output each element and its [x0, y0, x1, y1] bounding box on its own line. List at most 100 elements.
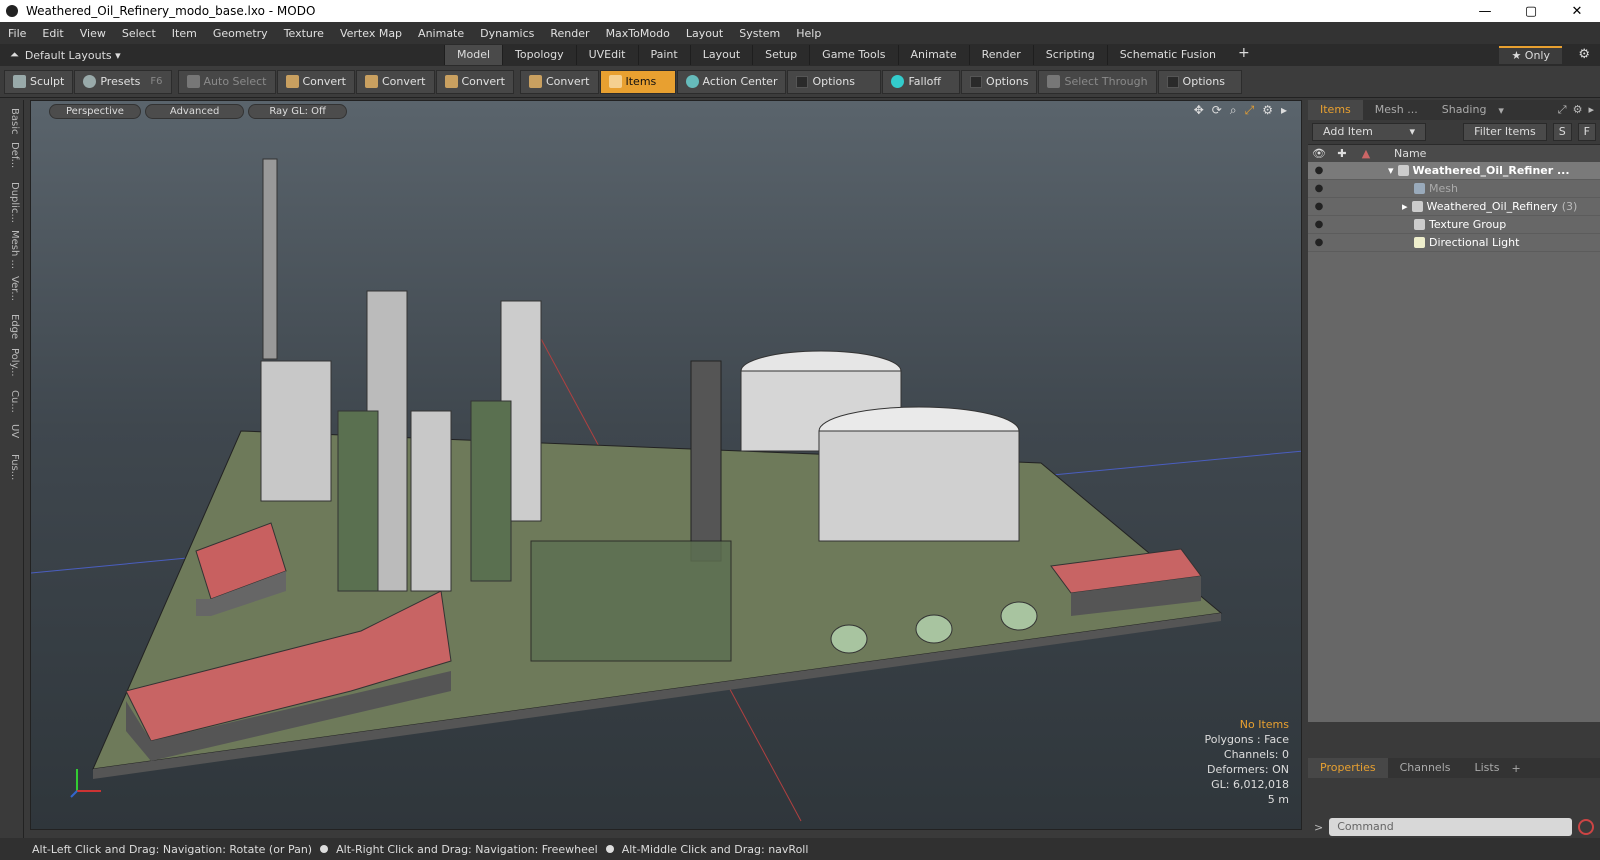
- visibility-col-icon[interactable]: 👁: [1308, 147, 1330, 160]
- eye-icon[interactable]: ●: [1308, 219, 1330, 230]
- menu-render[interactable]: Render: [542, 27, 597, 40]
- filter-items-button[interactable]: Filter Items: [1463, 123, 1547, 141]
- auto-select-button[interactable]: Auto Select: [177, 69, 276, 94]
- list-item[interactable]: ● Directional Light: [1308, 234, 1600, 252]
- convert-items-button[interactable]: Convert: [520, 69, 599, 94]
- left-tab-vertex[interactable]: Ver...: [4, 276, 20, 301]
- options-button-1[interactable]: Options: [787, 69, 882, 94]
- render-col-icon[interactable]: ▲: [1354, 147, 1378, 160]
- tab-items[interactable]: Items: [1308, 100, 1363, 120]
- eye-icon[interactable]: ●: [1308, 165, 1330, 176]
- panel-gear-icon[interactable]: ⚙: [1573, 103, 1583, 117]
- minimize-button[interactable]: —: [1462, 4, 1508, 19]
- tab-model[interactable]: Model: [444, 45, 503, 65]
- tab-lists[interactable]: Lists: [1463, 758, 1512, 778]
- tab-topology[interactable]: Topology: [502, 45, 576, 65]
- command-input[interactable]: Command: [1329, 818, 1572, 836]
- expand-panel-icon[interactable]: ⤢: [1558, 103, 1567, 117]
- tab-properties[interactable]: Properties: [1308, 758, 1388, 778]
- s-button[interactable]: S: [1552, 123, 1572, 141]
- menu-vertex-map[interactable]: Vertex Map: [332, 27, 410, 40]
- left-tab-mesh[interactable]: Mesh ...: [4, 230, 20, 269]
- maximize-button[interactable]: ▢: [1508, 4, 1554, 19]
- left-tab-polygon[interactable]: Poly...: [4, 348, 20, 377]
- panel-tabs-dropdown-icon[interactable]: ▾: [1498, 104, 1504, 117]
- convert-edges-button[interactable]: Convert: [356, 69, 435, 94]
- left-tab-deform[interactable]: Def...: [4, 142, 20, 168]
- 3d-viewport[interactable]: Perspective Advanced Ray GL: Off ✥ ⟳ ⌕ ⤢…: [30, 100, 1302, 830]
- tab-paint[interactable]: Paint: [637, 45, 690, 65]
- add-tab-icon[interactable]: +: [1228, 45, 1260, 65]
- left-tab-uv[interactable]: UV: [4, 424, 20, 438]
- command-arrow-icon[interactable]: >: [1314, 821, 1323, 834]
- menu-animate[interactable]: Animate: [410, 27, 472, 40]
- menu-layout[interactable]: Layout: [678, 27, 731, 40]
- select-through-button[interactable]: Select Through: [1038, 69, 1157, 94]
- options-button-3[interactable]: Options: [1157, 69, 1242, 94]
- panel-menu-icon[interactable]: ▸: [1588, 103, 1594, 117]
- gear-icon[interactable]: ⚙: [1578, 47, 1590, 62]
- left-tab-fusion[interactable]: Fus...: [4, 454, 20, 480]
- expand-arrow-icon[interactable]: ▸: [1402, 200, 1408, 213]
- options-checkbox-2[interactable]: [970, 75, 983, 88]
- tab-mesh[interactable]: Mesh ...: [1363, 100, 1430, 120]
- left-tab-basic[interactable]: Basic: [4, 108, 20, 134]
- viewport-settings-icon[interactable]: ⚙: [1262, 103, 1273, 118]
- record-icon[interactable]: [1578, 819, 1594, 835]
- raygl-dropdown[interactable]: Ray GL: Off: [248, 103, 347, 119]
- layouts-dropdown[interactable]: ⏶ Default Layouts ▾: [0, 48, 130, 62]
- presets-button[interactable]: Presets F6: [74, 69, 172, 94]
- tab-layout[interactable]: Layout: [689, 45, 752, 65]
- menu-edit[interactable]: Edit: [34, 27, 71, 40]
- tab-scripting[interactable]: Scripting: [1032, 45, 1107, 65]
- tab-render[interactable]: Render: [968, 45, 1033, 65]
- f-button[interactable]: F: [1577, 123, 1596, 141]
- tab-channels[interactable]: Channels: [1388, 758, 1463, 778]
- eye-icon[interactable]: ●: [1308, 183, 1330, 194]
- menu-maxtomodo[interactable]: MaxToModo: [598, 27, 678, 40]
- only-toggle[interactable]: ★ Only: [1499, 46, 1562, 64]
- left-tab-curve[interactable]: Cu...: [4, 390, 20, 413]
- advanced-dropdown[interactable]: Advanced: [144, 103, 245, 119]
- lock-col-icon[interactable]: ✚: [1330, 147, 1354, 160]
- collapse-icon[interactable]: ⏶: [10, 48, 19, 62]
- list-item[interactable]: ● ▾ Weathered_Oil_Refiner ...: [1308, 162, 1600, 180]
- tab-schematic-fusion[interactable]: Schematic Fusion: [1106, 45, 1228, 65]
- perspective-dropdown[interactable]: Perspective: [49, 103, 141, 119]
- items-mode-button[interactable]: Items: [599, 69, 676, 94]
- tab-setup[interactable]: Setup: [752, 45, 809, 65]
- convert-polygons-button[interactable]: Convert: [435, 69, 514, 94]
- name-column-header[interactable]: Name: [1378, 147, 1426, 160]
- viewport-menu-icon[interactable]: ▸: [1281, 103, 1287, 118]
- menu-item[interactable]: Item: [164, 27, 205, 40]
- action-center-button[interactable]: Action Center: [676, 69, 787, 94]
- expand-arrow-icon[interactable]: ▾: [1388, 164, 1394, 177]
- convert-vertices-button[interactable]: Convert: [276, 69, 355, 94]
- list-item[interactable]: ● Texture Group: [1308, 216, 1600, 234]
- pan-icon[interactable]: ✥: [1194, 103, 1204, 118]
- menu-help[interactable]: Help: [788, 27, 829, 40]
- list-item[interactable]: ● Mesh: [1308, 180, 1600, 198]
- tab-animate[interactable]: Animate: [897, 45, 969, 65]
- menu-geometry[interactable]: Geometry: [205, 27, 276, 40]
- rotate-icon[interactable]: ⟳: [1212, 103, 1222, 118]
- menu-view[interactable]: View: [72, 27, 114, 40]
- maximize-viewport-icon[interactable]: ⤢: [1245, 103, 1255, 118]
- left-tab-duplicate[interactable]: Duplic...: [4, 182, 20, 223]
- options-button-2[interactable]: Options: [961, 69, 1038, 94]
- options-checkbox-1[interactable]: [796, 75, 809, 88]
- options-checkbox-3[interactable]: [1166, 75, 1179, 88]
- menu-system[interactable]: System: [731, 27, 788, 40]
- tab-uvedit[interactable]: UVEdit: [575, 45, 638, 65]
- menu-texture[interactable]: Texture: [276, 27, 332, 40]
- tab-shading[interactable]: Shading: [1430, 100, 1499, 120]
- left-tab-edge[interactable]: Edge: [4, 314, 20, 339]
- eye-icon[interactable]: ●: [1308, 237, 1330, 248]
- eye-icon[interactable]: ●: [1308, 201, 1330, 212]
- list-item[interactable]: ● ▸ Weathered_Oil_Refinery (3): [1308, 198, 1600, 216]
- close-button[interactable]: ✕: [1554, 4, 1600, 19]
- falloff-button[interactable]: Falloff: [882, 69, 961, 94]
- add-tab-icon[interactable]: +: [1511, 762, 1520, 775]
- menu-dynamics[interactable]: Dynamics: [472, 27, 542, 40]
- menu-file[interactable]: File: [0, 27, 34, 40]
